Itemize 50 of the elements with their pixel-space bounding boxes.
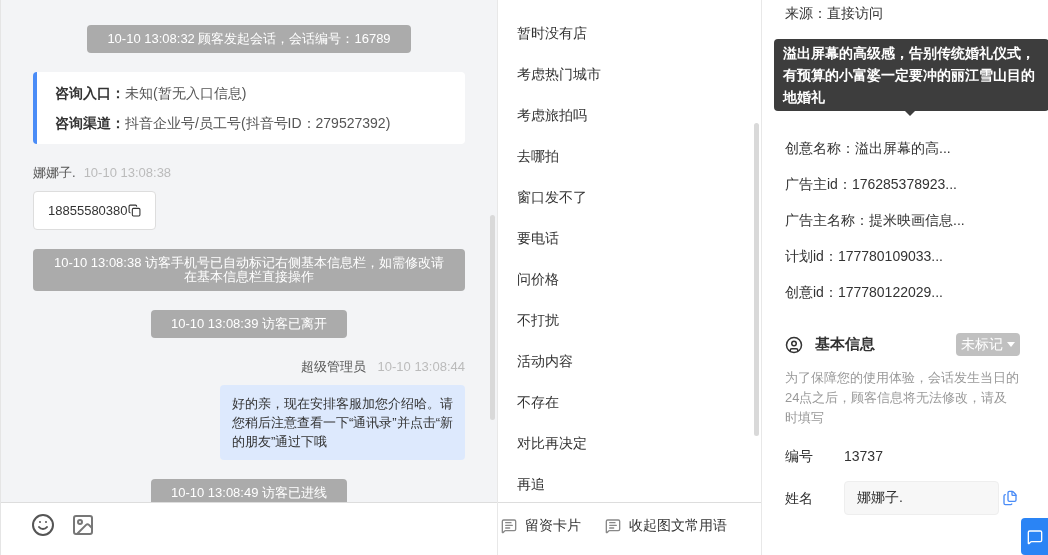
entry-value: 抖音企业号/员工号(抖音号ID：279527392) — [125, 114, 391, 132]
source-info-text: 广告主id：176285378923... — [785, 175, 958, 194]
message-time: 10-10 13:08:38 — [83, 164, 172, 182]
quick-phrase[interactable]: 考虑旅拍吗 — [517, 104, 587, 126]
message-text: 18855580380 — [48, 201, 128, 220]
message-bubble: 好的亲，现在安排客服加您介绍哈。请您稍后注意查看一下“通讯录”并点击“新的朋友”通过下哦 — [220, 384, 465, 460]
quick-phrase[interactable]: 要电话 — [517, 227, 559, 249]
quick-phrase[interactable]: 活动内容 — [517, 350, 573, 372]
chat-icon — [1026, 528, 1043, 545]
entry-label: 咨询入口： — [55, 84, 125, 102]
message-icon — [605, 517, 621, 534]
source-info-text: 来源：直接访问 — [785, 4, 884, 23]
image-icon[interactable] — [71, 513, 95, 537]
tooltip: 溢出屏幕的高级感，告别传统婚礼仪式，有预算的小富婆一定要冲的丽江雪山目的地婚礼 — [774, 39, 1048, 111]
source-info-text: 计划id：177780109033... — [785, 247, 944, 266]
emoji-icon[interactable] — [31, 513, 55, 537]
user-icon — [785, 335, 803, 354]
source-info-text: 广告主名称：提米映画信息... — [785, 211, 966, 230]
system-message: 10-10 13:08:38 访客手机号已自动标记右侧基本信息栏，如需修改请在基本信息栏直接操作 — [33, 249, 465, 291]
quick-phrase[interactable]: 不打扰 — [517, 309, 559, 331]
entry-label: 咨询渠道： — [55, 114, 125, 132]
notice-text: 为了保障您的使用体验，会话发生当日的24点之后，顾客信息将无法修改，请及时填写 — [785, 369, 1020, 427]
field-value: 13737 — [844, 447, 883, 466]
quick-phrase[interactable]: 对比再决定 — [517, 432, 587, 454]
tooltip-arrow — [905, 111, 915, 116]
quick-phrase[interactable]: 暂时没有店 — [517, 22, 587, 44]
quick-phrase[interactable]: 考虑热门城市 — [517, 63, 601, 85]
system-message: 10-10 13:08:32 顾客发起会话，会话编号：16789 — [87, 25, 411, 53]
quick-phrase[interactable]: 再追 — [517, 473, 545, 495]
sender-name: 超级管理员 — [300, 358, 366, 376]
quick-phrase[interactable]: 问价格 — [517, 268, 559, 290]
sender-name: 娜娜子. — [33, 164, 76, 182]
field-label: 姓名 — [785, 488, 814, 508]
entry-value: 未知(暂无入口信息) — [125, 84, 247, 102]
quick-phrase[interactable]: 去哪拍 — [517, 145, 559, 167]
quick-phrase[interactable]: 不存在 — [517, 391, 559, 413]
field-label: 编号 — [785, 447, 814, 466]
system-message: 10-10 13:08:39 访客已离开 — [150, 310, 348, 338]
source-info-text: 创意id：177780122029... — [785, 283, 944, 302]
chat-float-button[interactable] — [1021, 518, 1048, 555]
phrase-action-button[interactable]: 留资卡片 — [501, 515, 581, 536]
system-message: 10-10 13:08:49 访客已进线 — [150, 478, 348, 502]
section-title: 基本信息 — [815, 334, 875, 355]
source-info-text: 创意名称：溢出屏幕的高... — [785, 139, 952, 158]
copy-icon[interactable] — [127, 203, 141, 217]
quick-phrase[interactable]: 窗口发不了 — [517, 186, 587, 208]
name-input[interactable]: 娜娜子. — [844, 481, 999, 515]
message-icon — [501, 517, 517, 534]
message-time: 10-10 13:08:44 — [377, 358, 465, 376]
phrase-action-button[interactable]: 收起图文常用语 — [605, 515, 727, 536]
